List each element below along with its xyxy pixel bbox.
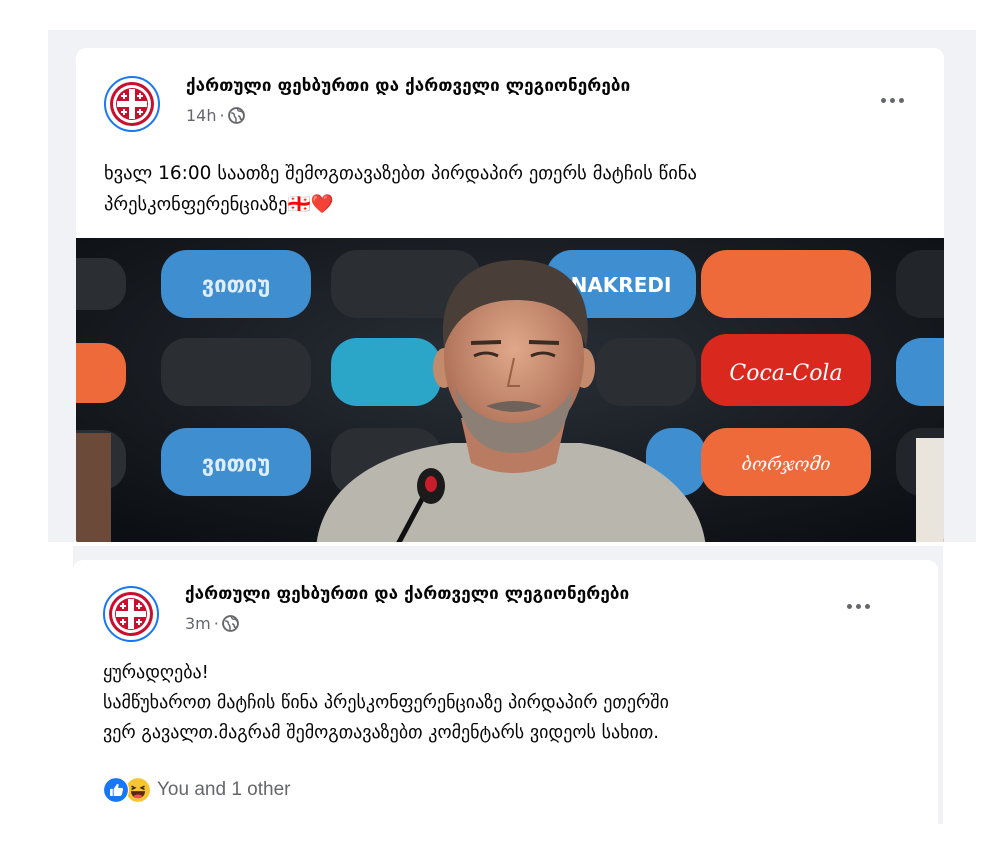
post-photo[interactable]: ვითიუ NAKREDI Coca-Cola ბორჯომი ვითიუ [76, 238, 944, 542]
more-options-button[interactable] [872, 90, 912, 110]
post-screenshot-1: ქართული ფეხბურთი და ქართველი ლეგიონერები… [48, 30, 976, 542]
reaction-count-text[interactable]: You and 1 other [157, 779, 290, 801]
post-timestamp[interactable]: 3m [185, 614, 211, 633]
globe-icon[interactable] [227, 107, 245, 124]
post-text-body: ხვალ 16:00 საათზე შემოგთავაზებთ პირდაპირ… [104, 163, 697, 215]
page-avatar-logo[interactable] [103, 586, 159, 642]
post-text: ხვალ 16:00 საათზე შემოგთავაზებთ პირდაპირ… [104, 158, 697, 220]
post-timestamp[interactable]: 14h [186, 106, 217, 125]
meta-separator: · [213, 614, 219, 633]
page-name-link[interactable]: ქართული ფეხბურთი და ქართველი ლეგიონერები [186, 76, 630, 96]
globe-icon[interactable] [221, 615, 239, 632]
board-label: NAKREDI [571, 273, 672, 297]
like-icon [103, 777, 129, 803]
board-label: Coca-Cola [729, 361, 842, 386]
post-screenshot-2: ქართული ფეხბურთი და ქართველი ლეგიონერები… [73, 546, 943, 824]
board-label: ბორჯომი [742, 454, 831, 475]
post-meta: 3m · [185, 614, 239, 633]
post-card: ქართული ფეხბურთი და ქართველი ლეგიონერები… [73, 560, 938, 824]
page-avatar-logo[interactable] [104, 76, 160, 132]
post-card: ქართული ფეხბურთი და ქართველი ლეგიონერები… [76, 48, 944, 542]
meta-separator: · [219, 106, 225, 125]
board-label: ვითიუ [202, 452, 270, 477]
post-emoji: 🇬🇪❤️ [287, 194, 334, 215]
more-options-button[interactable] [838, 596, 878, 616]
board-label: ვითიუ [202, 273, 270, 298]
post-text: ყურადღება! სამწუხაროთ მატჩის წინა პრესკო… [103, 662, 669, 743]
reaction-summary[interactable]: You and 1 other [103, 777, 290, 803]
press-conference-photo: ვითიუ NAKREDI Coca-Cola ბორჯომი ვითიუ [76, 238, 944, 542]
post-meta: 14h · [186, 106, 245, 125]
page-name-link[interactable]: ქართული ფეხბურთი და ქართველი ლეგიონერები [185, 584, 629, 604]
